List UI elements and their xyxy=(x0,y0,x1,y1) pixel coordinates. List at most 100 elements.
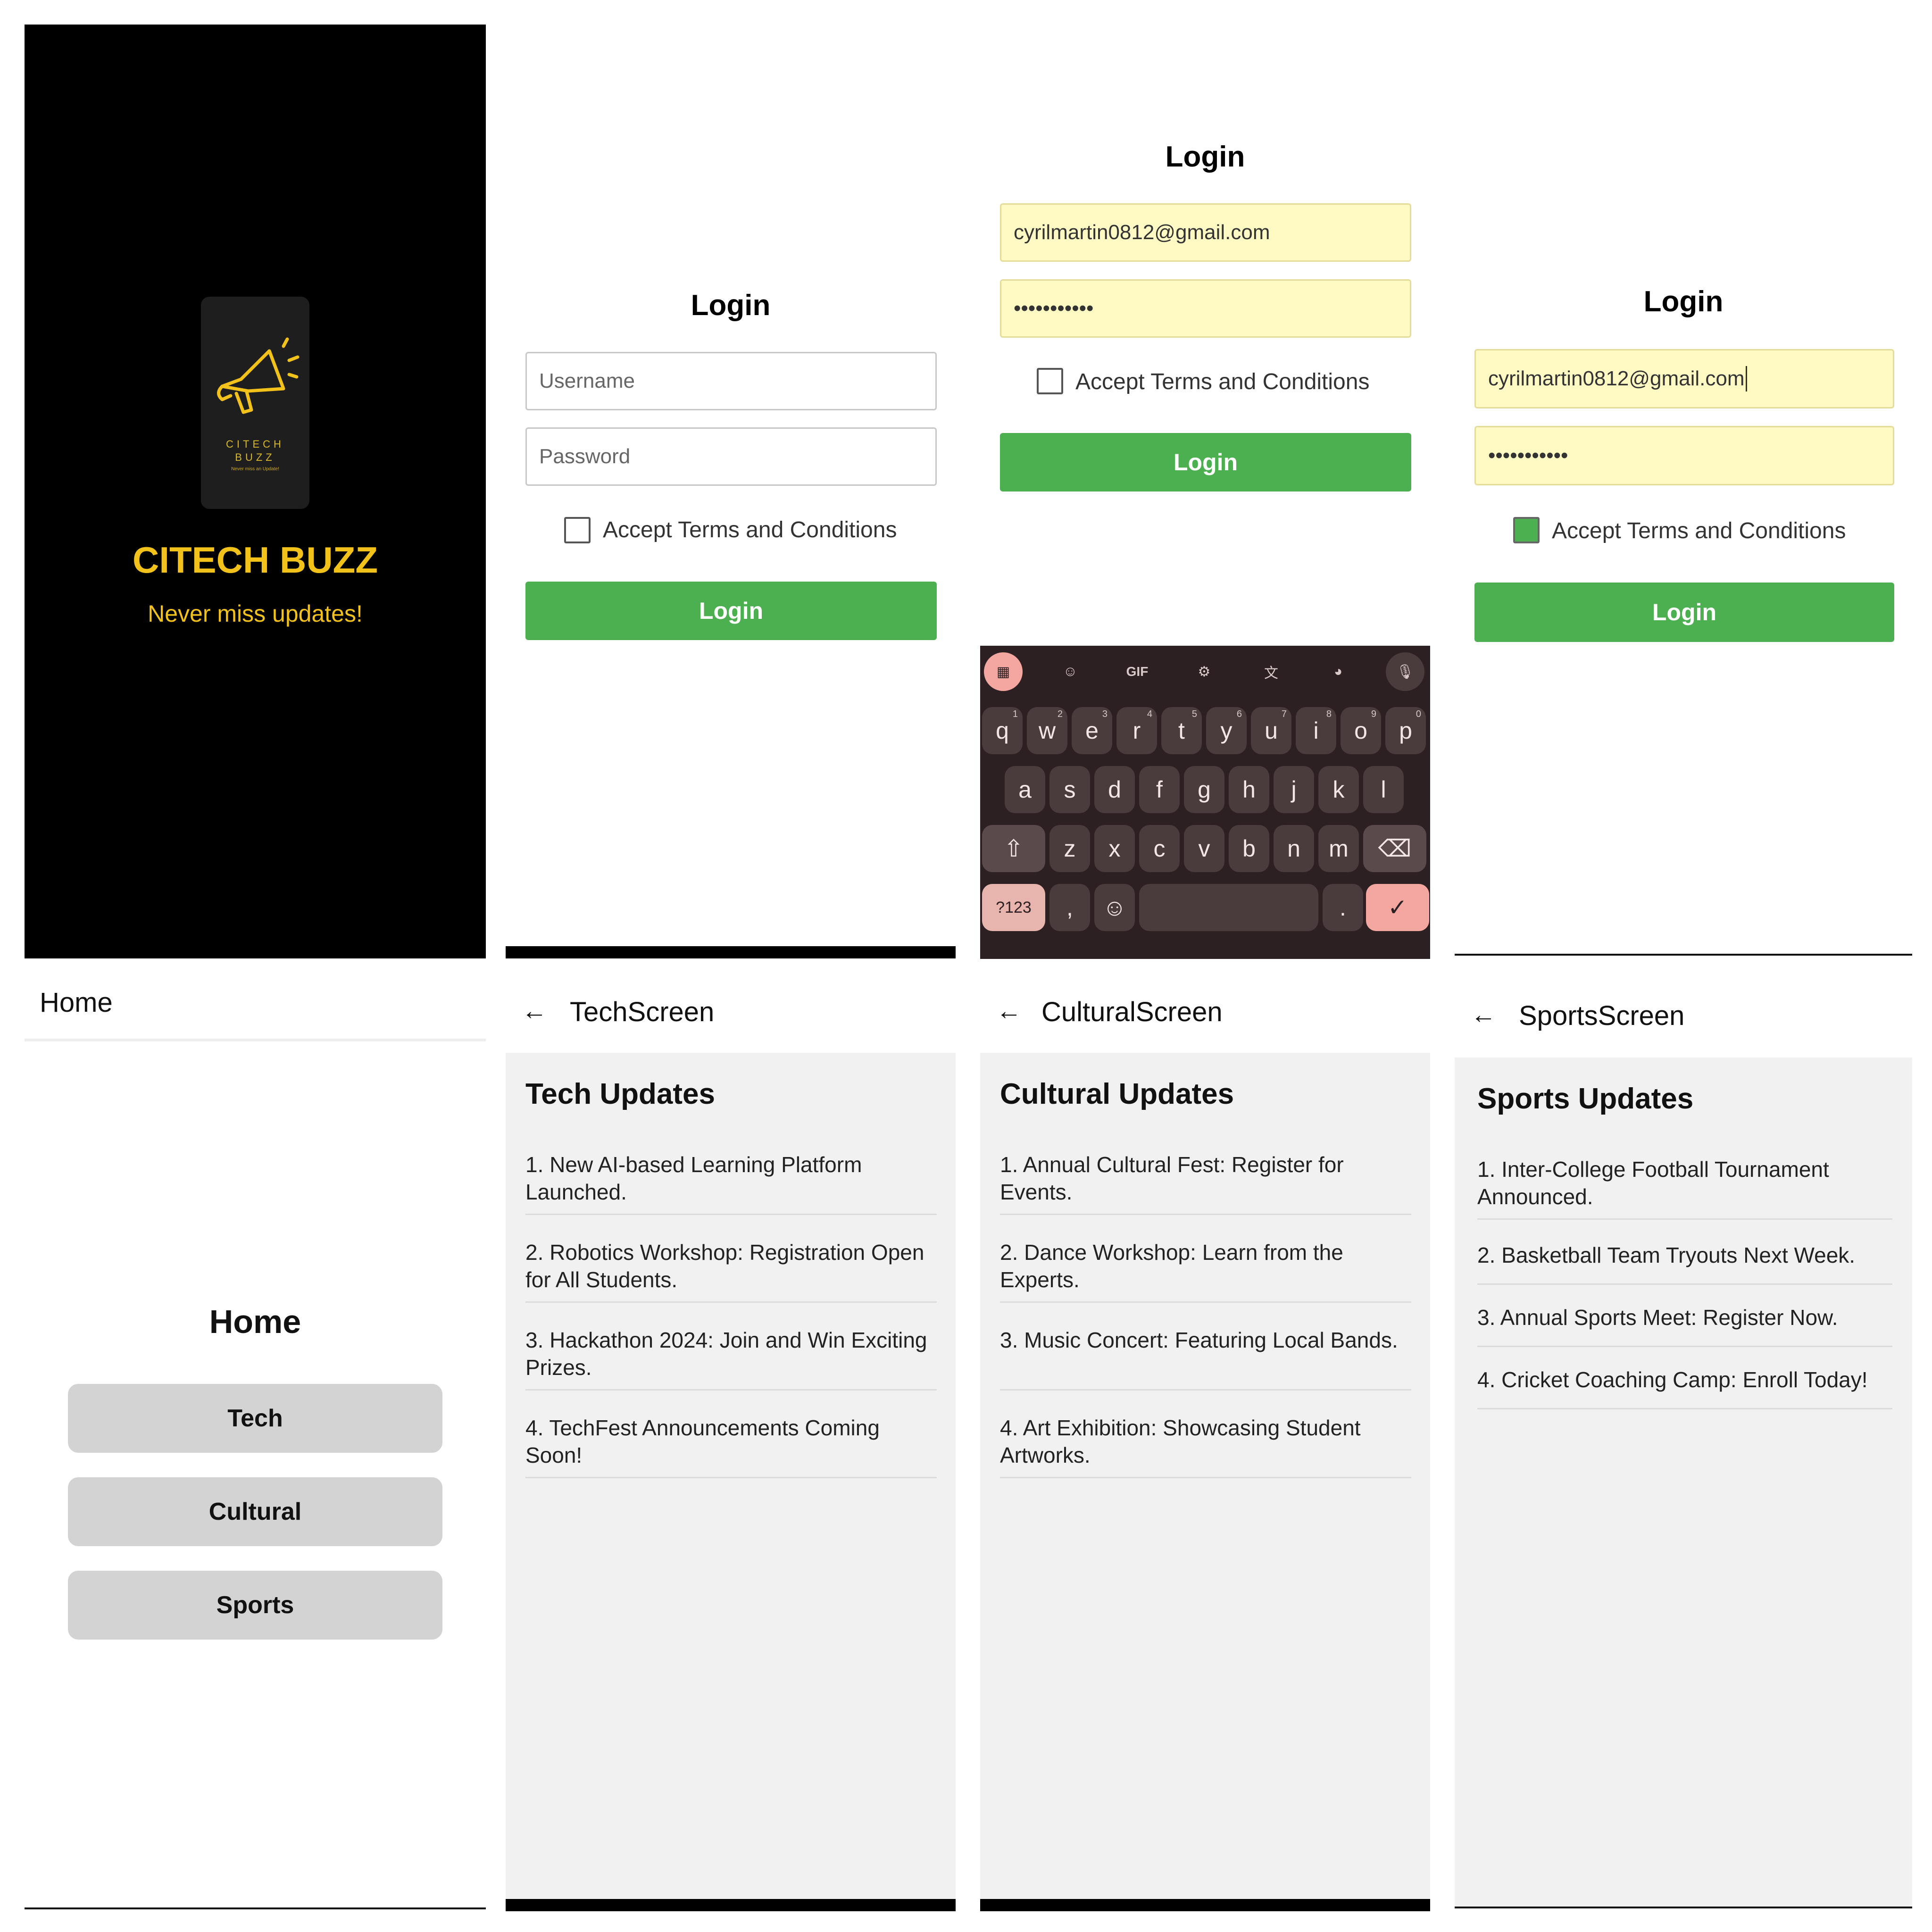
key-s[interactable]: s xyxy=(1049,766,1090,813)
bottom-divider xyxy=(25,1907,486,1909)
terms-checkbox[interactable] xyxy=(1513,517,1540,543)
appbar-divider xyxy=(25,1039,486,1041)
logo-text-line2: BUZZ xyxy=(235,451,275,463)
key-x[interactable]: x xyxy=(1094,825,1135,872)
email-value: cyrilmartin0812@gmail.com xyxy=(1014,221,1270,244)
key-l[interactable]: l xyxy=(1363,766,1404,813)
back-arrow-icon[interactable]: ← xyxy=(1471,1000,1496,1029)
key-r[interactable]: r4 xyxy=(1116,707,1157,754)
key-k[interactable]: k xyxy=(1318,766,1359,813)
palette-icon[interactable]: ◕ xyxy=(1319,652,1357,691)
login-screen-checked: Login cyrilmartin0812@gmail.com ••••••••… xyxy=(1455,25,1912,958)
key-b[interactable]: b xyxy=(1229,825,1269,872)
key-w[interactable]: w2 xyxy=(1027,707,1067,754)
appbar-title: SportsScreen xyxy=(1519,1000,1685,1031)
appbar-title: CulturalScreen xyxy=(1041,997,1223,1027)
splash-screen: CITECH BUZZ Never miss an Update! CITECH… xyxy=(25,25,486,958)
apps-icon[interactable]: ▦ xyxy=(984,652,1023,691)
password-input[interactable]: Password xyxy=(525,427,937,486)
login-screen-empty: Login Username Password Accept Terms and… xyxy=(506,25,956,958)
terms-label: Accept Terms and Conditions xyxy=(1552,518,1846,543)
key-y[interactable]: y6 xyxy=(1206,707,1247,754)
text-cursor xyxy=(1745,366,1747,391)
email-input[interactable]: cyrilmartin0812@gmail.com xyxy=(1474,349,1894,408)
appbar-title: Home xyxy=(40,987,113,1018)
symbols-key[interactable]: ?123 xyxy=(982,884,1045,931)
login-button[interactable]: Login xyxy=(525,582,937,640)
period-key[interactable]: . xyxy=(1323,884,1363,931)
key-d[interactable]: d xyxy=(1094,766,1135,813)
login-title: Login xyxy=(1165,141,1245,173)
list-item: 2. Basketball Team Tryouts Next Week. xyxy=(1477,1241,1892,1285)
app-title: CITECH BUZZ xyxy=(133,539,378,581)
key-i[interactable]: i8 xyxy=(1296,707,1336,754)
list-item: 3. Hackathon 2024: Join and Win Exciting… xyxy=(525,1326,937,1391)
cultural-button[interactable]: Cultural xyxy=(68,1477,442,1546)
terms-checkbox[interactable] xyxy=(1037,368,1063,394)
sticker-icon[interactable]: ☺ xyxy=(1051,652,1090,691)
list-item: 3. Annual Sports Meet: Register Now. xyxy=(1477,1304,1892,1347)
email-input[interactable]: cyrilmartin0812@gmail.com xyxy=(1000,203,1411,262)
cultural-screen: ← CulturalScreen Cultural Updates 1. Ann… xyxy=(980,977,1430,1911)
password-input[interactable]: ••••••••••• xyxy=(1000,279,1411,338)
key-a[interactable]: a xyxy=(1005,766,1045,813)
nav-bar xyxy=(506,946,956,958)
list-item: 1. New AI-based Learning Platform Launch… xyxy=(525,1151,937,1215)
key-v[interactable]: v xyxy=(1184,825,1224,872)
emoji-icon[interactable]: ☺ xyxy=(1094,884,1135,931)
key-f[interactable]: f xyxy=(1139,766,1180,813)
list-item: 4. TechFest Announcements Coming Soon! xyxy=(525,1414,937,1478)
shift-key[interactable]: ⇧ xyxy=(982,825,1045,872)
username-input[interactable]: Username xyxy=(525,352,937,410)
comma-key[interactable]: , xyxy=(1049,884,1090,931)
tech-button[interactable]: Tech xyxy=(68,1384,442,1453)
login-title: Login xyxy=(1643,285,1724,318)
app-tagline: Never miss updates! xyxy=(148,600,363,627)
content-area: Cultural Updates 1. Annual Cultural Fest… xyxy=(980,1053,1430,1899)
sports-screen: ← SportsScreen Sports Updates 1. Inter-C… xyxy=(1455,977,1912,1911)
soft-keyboard: ▦ ☺ GIF ⚙ 文 ◕ 🎙 q1 w2 e3 r4 t5 y6 u7 i8 … xyxy=(980,646,1430,959)
key-c[interactable]: c xyxy=(1139,825,1180,872)
back-arrow-icon[interactable]: ← xyxy=(522,996,547,1025)
login-button[interactable]: Login xyxy=(1000,433,1411,491)
password-input[interactable]: ••••••••••• xyxy=(1474,426,1894,485)
key-u[interactable]: u7 xyxy=(1251,707,1291,754)
login-screen-typing: Login cyrilmartin0812@gmail.com ••••••••… xyxy=(980,25,1430,646)
key-q[interactable]: q1 xyxy=(982,707,1023,754)
key-o[interactable]: o9 xyxy=(1341,707,1381,754)
mic-icon[interactable]: 🎙 xyxy=(1386,652,1424,691)
key-n[interactable]: n xyxy=(1274,825,1314,872)
backspace-key[interactable]: ⌫ xyxy=(1363,825,1426,872)
key-m[interactable]: m xyxy=(1318,825,1359,872)
appbar-title: TechScreen xyxy=(570,997,715,1027)
password-value: ••••••••••• xyxy=(1014,297,1094,320)
key-e[interactable]: e3 xyxy=(1072,707,1112,754)
megaphone-icon xyxy=(217,337,300,414)
list-item: 1. Annual Cultural Fest: Register for Ev… xyxy=(1000,1151,1411,1215)
username-placeholder: Username xyxy=(539,369,635,392)
section-heading: Tech Updates xyxy=(525,1078,715,1110)
login-button[interactable]: Login xyxy=(1474,583,1894,642)
terms-label: Accept Terms and Conditions xyxy=(1075,369,1370,394)
list-item: 2. Robotics Workshop: Registration Open … xyxy=(525,1239,937,1303)
enter-check-icon[interactable]: ✓ xyxy=(1366,884,1429,931)
key-h[interactable]: h xyxy=(1229,766,1269,813)
password-placeholder: Password xyxy=(539,445,631,468)
section-heading: Sports Updates xyxy=(1477,1083,1694,1115)
gif-button[interactable]: GIF xyxy=(1118,652,1157,691)
gear-icon[interactable]: ⚙ xyxy=(1185,652,1224,691)
key-p[interactable]: p0 xyxy=(1385,707,1426,754)
space-key[interactable] xyxy=(1139,884,1318,931)
home-screen: Home Home Tech Cultural Sports xyxy=(25,977,486,1911)
key-t[interactable]: t5 xyxy=(1161,707,1202,754)
nav-bar xyxy=(506,1899,956,1911)
key-g[interactable]: g xyxy=(1184,766,1224,813)
key-z[interactable]: z xyxy=(1049,825,1090,872)
bottom-divider xyxy=(1455,1907,1912,1908)
terms-checkbox[interactable] xyxy=(564,517,591,543)
key-j[interactable]: j xyxy=(1274,766,1314,813)
back-arrow-icon[interactable]: ← xyxy=(996,996,1022,1025)
sports-button[interactable]: Sports xyxy=(68,1571,442,1640)
logo-text-line3: Never miss an Update! xyxy=(231,466,279,472)
translate-icon[interactable]: 文 xyxy=(1252,652,1291,691)
